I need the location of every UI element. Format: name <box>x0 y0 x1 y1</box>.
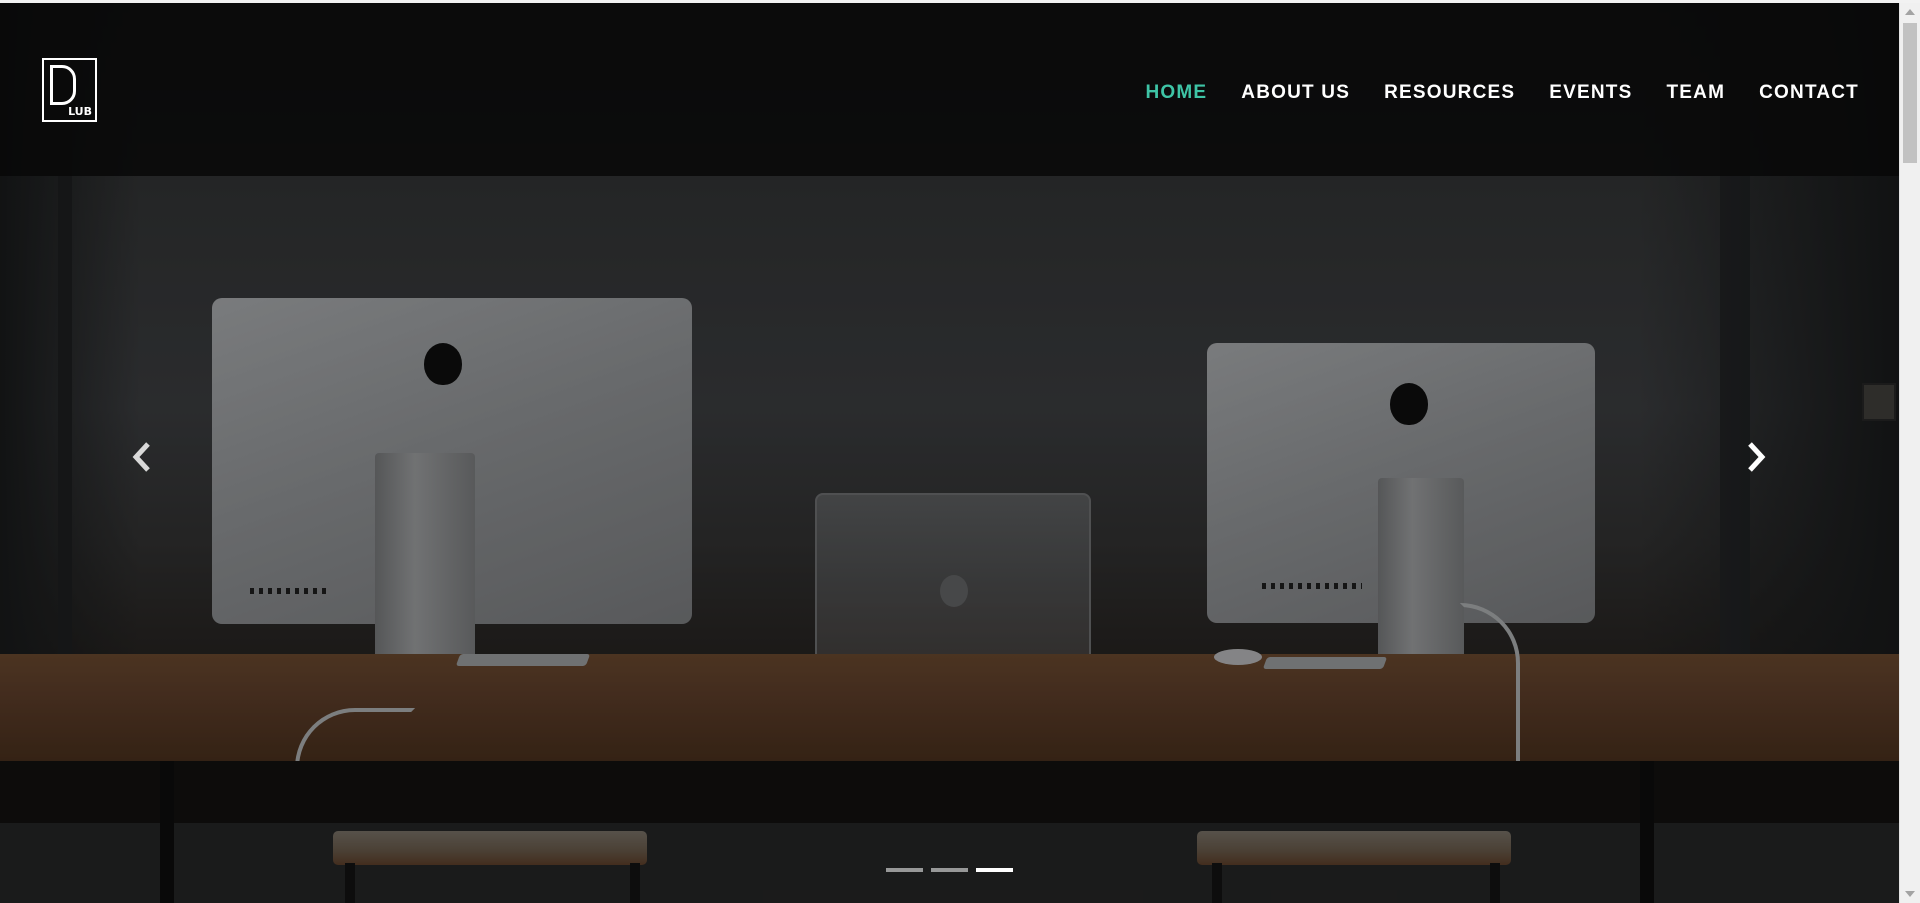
scroll-thumb[interactable] <box>1903 23 1917 163</box>
logo-mark-icon <box>50 65 76 105</box>
nav-team[interactable]: TEAM <box>1666 82 1725 104</box>
site-logo[interactable]: LUB <box>42 58 97 122</box>
carousel-indicator-3[interactable] <box>976 868 1013 872</box>
nav-about-us[interactable]: ABOUT US <box>1241 82 1350 104</box>
browser-top-border <box>0 0 1920 3</box>
scroll-down-arrow-icon[interactable] <box>1905 891 1915 897</box>
scroll-up-arrow-icon[interactable] <box>1905 9 1915 15</box>
carousel-indicator-1[interactable] <box>886 868 923 872</box>
main-nav: HOME ABOUT US RESOURCES EVENTS TEAM CONT… <box>1111 82 1859 104</box>
carousel-indicator-2[interactable] <box>931 868 968 872</box>
logo-text: LUB <box>68 105 92 118</box>
chevron-right-icon <box>1748 442 1766 472</box>
carousel-next-button[interactable] <box>1744 440 1768 474</box>
chevron-left-icon <box>132 442 150 472</box>
nav-contact[interactable]: CONTACT <box>1759 82 1859 104</box>
nav-home[interactable]: HOME <box>1145 82 1207 104</box>
site-header: LUB HOME ABOUT US RESOURCES EVENTS TEAM … <box>0 3 1899 176</box>
page-scrollbar[interactable] <box>1899 3 1920 903</box>
carousel-prev-button[interactable] <box>130 440 154 474</box>
carousel-indicators <box>886 868 1013 872</box>
nav-resources[interactable]: RESOURCES <box>1384 82 1515 104</box>
nav-events[interactable]: EVENTS <box>1549 82 1632 104</box>
